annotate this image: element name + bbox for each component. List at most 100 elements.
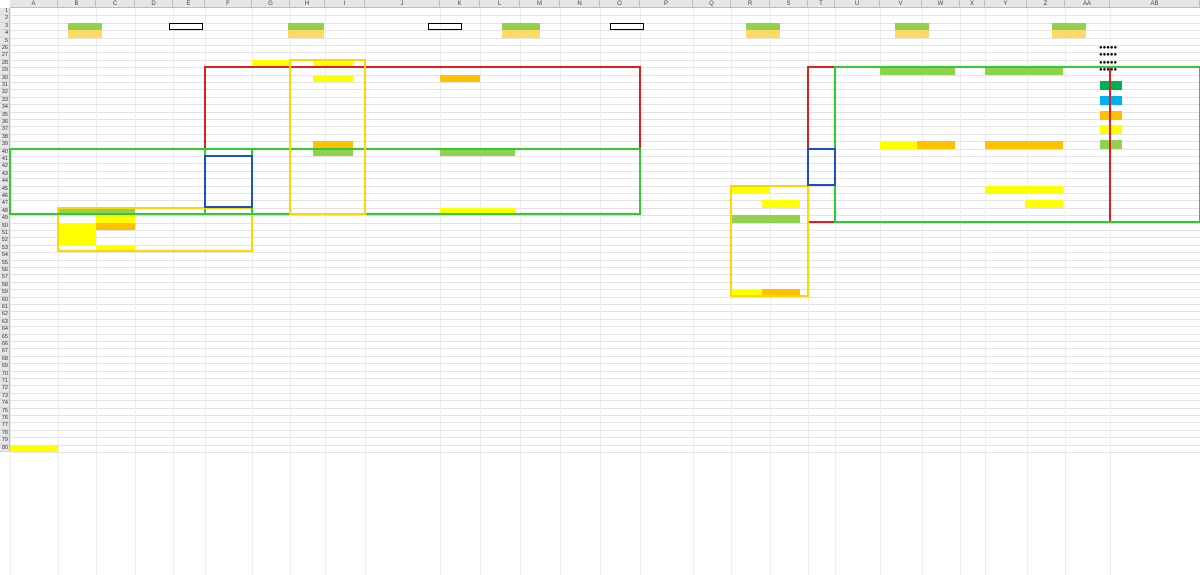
cell-t-33[interactable] [813,97,840,104]
cell-l-61[interactable] [475,304,515,311]
cell-f-29[interactable] [193,67,240,74]
cell-y-48[interactable] [985,208,1027,215]
cell-c-44[interactable] [96,178,135,185]
cell-v-45[interactable] [880,186,922,193]
cell-aa-56[interactable] [1045,267,1090,274]
cell-i-29[interactable] [313,67,353,74]
cell-v-75[interactable] [880,408,922,415]
cell-o-40[interactable] [580,149,620,156]
cell-t-75[interactable] [813,408,840,415]
cell-m-76[interactable] [520,415,560,422]
cell-c-71[interactable] [96,378,135,385]
cell-aa-45[interactable] [1045,186,1090,193]
cell-c-50[interactable] [96,222,135,230]
cell-k-62[interactable] [440,311,480,318]
cell-k-70[interactable] [440,371,480,378]
cell-l-78[interactable] [475,430,515,437]
cell-c-32[interactable] [96,89,135,96]
cell-o-60[interactable] [580,297,620,304]
cell-f-74[interactable] [193,400,240,407]
cell-i-57[interactable] [313,274,353,281]
cell-d-68[interactable] [135,356,173,363]
row-header-65[interactable]: 65 [0,333,10,341]
cell-d-55[interactable] [135,260,173,267]
cell-t-48[interactable] [813,208,840,215]
r4-label-2[interactable] [462,30,504,37]
row-header-34[interactable]: 34 [0,104,10,112]
cell-g-50[interactable] [252,223,290,230]
cell-y-42[interactable] [985,163,1027,170]
column-header-l[interactable]: L [480,0,520,8]
cell-y-55[interactable] [985,260,1027,267]
cell-l-50[interactable] [475,223,515,230]
cell-o-46[interactable] [580,193,620,200]
cell-k-51[interactable] [440,230,480,237]
cell-k-28[interactable] [440,60,480,67]
cell-k-73[interactable] [440,393,480,400]
cell-i-59[interactable] [313,289,353,296]
cell-t-72[interactable] [813,385,840,392]
cell-o-41[interactable] [580,156,620,163]
x-header[interactable] [210,38,230,45]
cell-aa-53[interactable] [1045,245,1090,252]
cell-g-28[interactable] [252,59,290,68]
cell-w-65[interactable] [917,334,955,341]
cell-f-52[interactable] [193,237,240,244]
cell-i-46[interactable] [313,193,353,200]
cell-s-45[interactable] [762,186,800,193]
cell-i-54[interactable] [313,252,353,259]
cell-w-28[interactable] [917,60,955,67]
legend-swatch-5[interactable] [1100,140,1122,150]
cell-i-53[interactable] [313,245,353,252]
cell-k-54[interactable] [440,252,480,259]
cell-d-64[interactable] [135,326,173,333]
cell-c-68[interactable] [96,356,135,363]
cell-i-30[interactable] [313,74,353,82]
column-header-i[interactable]: I [325,0,365,8]
cell-l-68[interactable] [475,356,515,363]
cell-k-53[interactable] [440,245,480,252]
row-header-33[interactable]: 33 [0,96,10,105]
cell-aa-66[interactable] [1045,341,1090,348]
cell-c-40[interactable] [96,149,135,156]
cell-f-59[interactable] [193,289,240,296]
cell-f-27[interactable] [193,52,240,59]
cell-y-51[interactable] [985,230,1027,237]
cell-v-52[interactable] [880,237,922,244]
cell-c-46[interactable] [96,193,135,200]
cell-k-39[interactable] [440,141,480,148]
cell-b-56[interactable] [58,267,96,274]
cell-d-33[interactable] [135,97,173,104]
cell-l-45[interactable] [475,186,515,193]
cell-v-30[interactable] [880,75,922,82]
cell-v-26[interactable] [880,45,922,52]
cell-o-65[interactable] [580,334,620,341]
cell-l-63[interactable] [475,319,515,326]
cell-y-76[interactable] [985,415,1027,422]
cell-v-79[interactable] [880,437,922,444]
cell-t-57[interactable] [813,274,840,281]
cell-x-39[interactable] [960,141,985,148]
cell-aa-58[interactable] [1045,282,1090,289]
cell-o-51[interactable] [580,230,620,237]
cell-aa-29[interactable] [1045,67,1090,74]
cell-v-47[interactable] [880,200,922,207]
cell-a-61[interactable] [10,304,58,311]
r4-call-max-row[interactable] [116,30,151,37]
cell-g-32[interactable] [252,89,290,96]
cell-t-52[interactable] [813,237,840,244]
legend-label-4[interactable] [1124,126,1194,133]
cell-m-37[interactable] [520,126,560,133]
cell-w-54[interactable] [917,252,955,259]
cell-l-37[interactable] [475,126,515,133]
cell-m-68[interactable] [520,356,560,363]
cell-y-35[interactable] [985,112,1027,119]
cell-d-76[interactable] [135,415,173,422]
cell-f-57[interactable] [193,274,240,281]
cell-w-45[interactable] [917,186,955,193]
cell-v-68[interactable] [880,356,922,363]
cell-s-39[interactable] [762,141,800,148]
column-header-j[interactable]: J [365,0,440,8]
column-header-b[interactable]: B [58,0,96,8]
cell-b-75[interactable] [58,408,96,415]
